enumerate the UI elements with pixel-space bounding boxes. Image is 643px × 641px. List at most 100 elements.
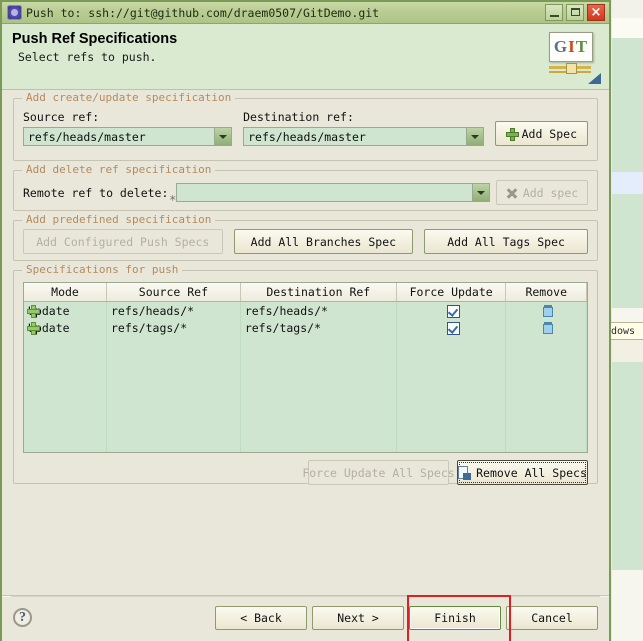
add-spec-button[interactable]: Add Spec [494,121,588,146]
footer-divider [11,596,600,597]
next-button[interactable]: Next > [312,605,404,630]
page-title: Push Ref Specifications [12,31,178,47]
dialog-body: Add create/update specification Source r… [2,90,609,641]
column-header-destination-ref[interactable]: Destination Ref [240,283,397,302]
remote-ref-to-delete-combo[interactable] [176,183,490,202]
specs-table: Mode Source Ref Destination Ref Force Up… [24,283,587,452]
source-ref-label: Source ref: [23,110,100,124]
dialog-banner: Push Ref Specifications Select refs to p… [2,24,609,90]
push-ref-specifications-dialog: Push to: ssh://git@github.com/draem0507/… [0,0,611,641]
background-window-header [612,18,643,39]
destination-ref-label: Destination ref: [243,110,354,124]
specs-table-body: Update refs/heads/* refs/heads/* Update … [24,301,587,452]
cell-remove[interactable] [505,301,587,319]
trash-icon[interactable] [543,305,554,317]
force-update-checkbox[interactable] [446,321,460,335]
cell-force-update[interactable] [396,301,507,319]
close-icon: × [590,5,602,20]
table-empty-row [24,421,587,438]
minimize-button[interactable] [545,4,563,21]
screen: dows + Push to: ssh://git@github.com/dra… [0,0,643,641]
git-logo-t: T [575,37,589,56]
remote-ref-label: Remote ref to delete: [23,185,169,200]
cell-remove[interactable] [505,319,587,336]
cell-destination-ref: refs/tags/* [240,319,397,336]
close-button[interactable]: × [587,4,605,21]
add-all-tags-spec-button[interactable]: Add All Tags Spec [424,229,588,254]
background-window-content-bottom [612,362,643,570]
maximize-icon [571,8,580,16]
git-logo-g: G [553,37,569,56]
force-update-all-specs-button: Force Update All Specs [302,460,455,485]
cell-source-ref: refs/tags/* [106,319,241,336]
table-empty-row [24,336,587,353]
add-all-branches-spec-label: Add All Branches Spec [250,234,397,249]
column-header-source-ref[interactable]: Source Ref [106,283,241,302]
add-delete-spec-label: Add spec [522,185,579,200]
create-update-specification-group: Add create/update specification Source r… [13,91,598,161]
git-logo-triangle [588,73,601,84]
column-header-mode[interactable]: Mode [24,283,107,302]
column-header-force-update[interactable]: Force Update [396,283,507,302]
back-button[interactable]: < Back [215,605,307,630]
add-spec-button-label: Add Spec [521,126,577,141]
trash-icon[interactable] [543,322,554,334]
git-app-icon [7,5,22,20]
back-button-label: < Back [240,610,282,625]
plus-icon [27,322,40,335]
source-ref-field-group: Source ref: refs/heads/master [23,110,233,146]
title-bar[interactable]: Push to: ssh://git@github.com/draem0507/… [2,2,609,24]
delete-ref-row: Remote ref to delete: * Add spec [23,180,588,207]
create-update-row: Source ref: refs/heads/master Destinatio… [23,110,588,146]
add-configured-push-specs-label: Add Configured Push Specs [36,234,210,249]
delete-ref-specification-group: Add delete ref specification Remote ref … [13,163,598,211]
specs-legend: Specifications for push [22,263,183,276]
background-window-selected-row [612,172,643,194]
specs-table-actions: Force Update All Specs Remove All Specs [23,460,588,485]
required-marker: * [169,192,177,207]
cancel-button[interactable]: Cancel [506,605,598,630]
force-update-all-specs-label: Force Update All Specs [302,465,455,480]
predefined-buttons-row: Add Configured Push Specs Add All Branch… [23,229,588,254]
plus-icon [505,128,519,141]
cell-mode: Update [24,301,107,319]
git-logo: GIT [549,32,601,84]
table-empty-row [24,438,587,452]
help-icon[interactable]: ? [13,608,32,627]
add-all-branches-spec-button[interactable]: Add All Branches Spec [233,229,414,254]
finish-button[interactable]: Finish [409,605,501,630]
destination-ref-field-group: Destination ref: refs/heads/master [243,110,484,146]
destination-ref-combo[interactable]: refs/heads/master [243,127,484,146]
remove-all-specs-button[interactable]: Remove All Specs [457,460,588,485]
git-logo-knob [566,63,577,74]
specifications-for-push-group: Specifications for push Mode Source Ref … [13,263,598,485]
chevron-down-icon[interactable] [214,128,232,145]
chevron-down-icon[interactable] [465,128,483,145]
wizard-navigation-buttons: < Back Next > Finish Cancel [215,594,598,641]
cell-destination-ref: refs/heads/* [240,301,397,319]
page-subtitle: Select refs to push. [18,50,157,64]
table-row[interactable]: Update refs/heads/* refs/heads/* [24,301,587,319]
dialog-footer: ? < Back Next > Finish Cancel [2,594,609,641]
chevron-down-icon[interactable] [472,184,489,201]
specs-table-wrapper[interactable]: Mode Source Ref Destination Ref Force Up… [23,282,588,453]
maximize-button[interactable] [566,4,584,21]
background-window-divider [612,308,643,322]
create-update-legend: Add create/update specification [22,91,236,104]
cell-source-ref: refs/heads/* [106,301,241,319]
table-empty-row [24,387,587,404]
remote-ref-label-wrap: Remote ref to delete: * [23,185,176,207]
table-empty-row [24,370,587,387]
cell-force-update[interactable] [396,319,507,336]
force-update-checkbox[interactable] [446,304,460,318]
table-row[interactable]: Update refs/tags/* refs/tags/* [24,319,587,336]
close-x-icon [506,187,518,199]
background-window-tooltip: dows [608,322,643,340]
source-ref-combo[interactable]: refs/heads/master [23,127,233,146]
column-header-remove[interactable]: Remove [505,283,587,302]
remove-all-specs-label: Remove All Specs [476,465,587,480]
window-controls: × [545,4,605,21]
specs-table-header-row: Mode Source Ref Destination Ref Force Up… [24,283,587,302]
plus-icon [27,305,40,318]
table-empty-row [24,353,587,370]
